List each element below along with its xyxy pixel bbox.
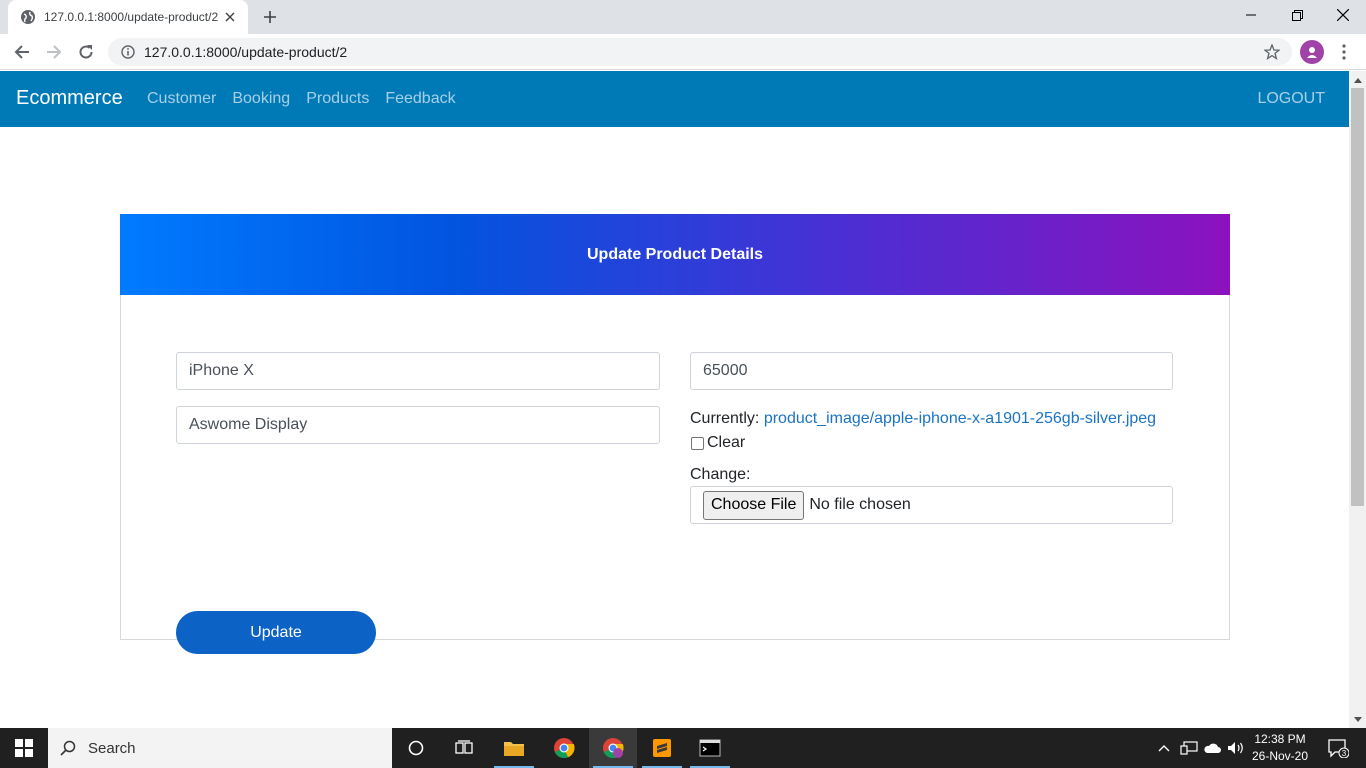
page-scrollbar[interactable]: [1349, 71, 1366, 728]
nav-links: Customer Booking Products Feedback: [147, 90, 456, 108]
nav-link-booking[interactable]: Booking: [232, 90, 290, 108]
currently-label: Currently:: [690, 410, 760, 427]
address-bar[interactable]: 127.0.0.1:8000/update-product/2: [108, 38, 1292, 66]
image-file-input: Choose File No file chosen: [690, 486, 1173, 524]
change-label: Change:: [690, 466, 751, 483]
volume-icon[interactable]: [1225, 728, 1247, 768]
task-view-icon[interactable]: [440, 728, 488, 768]
page-title: Update Product Details: [586, 245, 764, 263]
current-image-link[interactable]: product_image/apple-iphone-x-a1901-256gb…: [764, 410, 1156, 427]
taskbar-search-text: Search: [88, 739, 136, 757]
notification-center-icon[interactable]: 3: [1320, 728, 1356, 768]
tab-title: 127.0.0.1:8000/update-product/2: [44, 10, 219, 24]
forward-button[interactable]: [40, 38, 68, 66]
logout-link[interactable]: LOGOUT: [1257, 90, 1325, 108]
brand-logo[interactable]: Ecommerce: [16, 87, 123, 110]
browser-tab[interactable]: 127.0.0.1:8000/update-product/2: [8, 0, 248, 34]
taskbar-clock[interactable]: 12:38 PM 26-Nov-20: [1248, 731, 1312, 765]
update-button[interactable]: Update: [176, 611, 376, 654]
chrome-icon[interactable]: [540, 728, 588, 768]
choose-file-button[interactable]: Choose File: [703, 490, 805, 520]
no-file-text: No file chosen: [809, 496, 911, 513]
notification-count: 3: [1342, 749, 1347, 758]
clock-time: 12:38 PM: [1254, 732, 1306, 746]
card-header: Update Product Details: [120, 214, 1230, 295]
clear-checkbox[interactable]: [691, 437, 704, 450]
browser-toolbar: 127.0.0.1:8000/update-product/2: [0, 34, 1366, 70]
clear-label: Clear: [707, 434, 746, 451]
onedrive-icon[interactable]: [1201, 728, 1223, 768]
nav-link-feedback[interactable]: Feedback: [385, 90, 455, 108]
taskbar-search-box[interactable]: Search: [48, 728, 392, 768]
scroll-up-icon[interactable]: [1349, 71, 1366, 88]
product-name-input[interactable]: iPhone X: [176, 352, 660, 390]
scroll-down-icon[interactable]: [1349, 711, 1366, 728]
nav-link-products[interactable]: Products: [306, 90, 369, 108]
globe-icon: [20, 9, 36, 25]
reload-button[interactable]: [72, 38, 100, 66]
cortana-icon[interactable]: [392, 728, 440, 768]
back-button[interactable]: [8, 38, 36, 66]
chrome-profile-icon[interactable]: [589, 728, 637, 768]
browser-menu-icon[interactable]: [1334, 40, 1354, 64]
file-explorer-icon[interactable]: [490, 728, 538, 768]
search-icon: [60, 740, 76, 756]
windows-taskbar: Search 12:38 PM 26-Nov-20 3: [0, 728, 1366, 768]
site-navbar: Ecommerce Customer Booking Products Feed…: [0, 71, 1349, 127]
url-text: 127.0.0.1:8000/update-product/2: [144, 44, 348, 60]
product-description-input[interactable]: Aswome Display: [176, 406, 660, 444]
close-tab-icon[interactable]: [222, 9, 238, 25]
chevron-up-icon[interactable]: [1154, 728, 1174, 768]
current-image-row: Currently: product_image/apple-iphone-x-…: [690, 410, 1156, 428]
network-icon[interactable]: [1178, 728, 1200, 768]
terminal-icon[interactable]: [686, 728, 734, 768]
bookmark-star-icon[interactable]: [1262, 42, 1282, 62]
product-price-input[interactable]: 65000: [690, 352, 1173, 390]
minimize-button[interactable]: [1228, 0, 1274, 30]
page-viewport: Ecommerce Customer Booking Products Feed…: [0, 71, 1349, 728]
windows-start-icon[interactable]: [0, 728, 48, 768]
browser-tab-strip: 127.0.0.1:8000/update-product/2: [0, 0, 1366, 34]
scrollbar-thumb[interactable]: [1351, 88, 1364, 506]
new-tab-button[interactable]: [258, 5, 282, 29]
close-window-button[interactable]: [1320, 0, 1366, 30]
info-icon[interactable]: [120, 44, 136, 60]
profile-avatar[interactable]: [1300, 40, 1324, 64]
update-product-card: Update Product Details iPhone X 65000 As…: [120, 214, 1230, 654]
clock-date: 26-Nov-20: [1251, 749, 1309, 763]
nav-link-customer[interactable]: Customer: [147, 90, 216, 108]
sublime-text-icon[interactable]: [638, 728, 686, 768]
restore-button[interactable]: [1274, 0, 1320, 30]
